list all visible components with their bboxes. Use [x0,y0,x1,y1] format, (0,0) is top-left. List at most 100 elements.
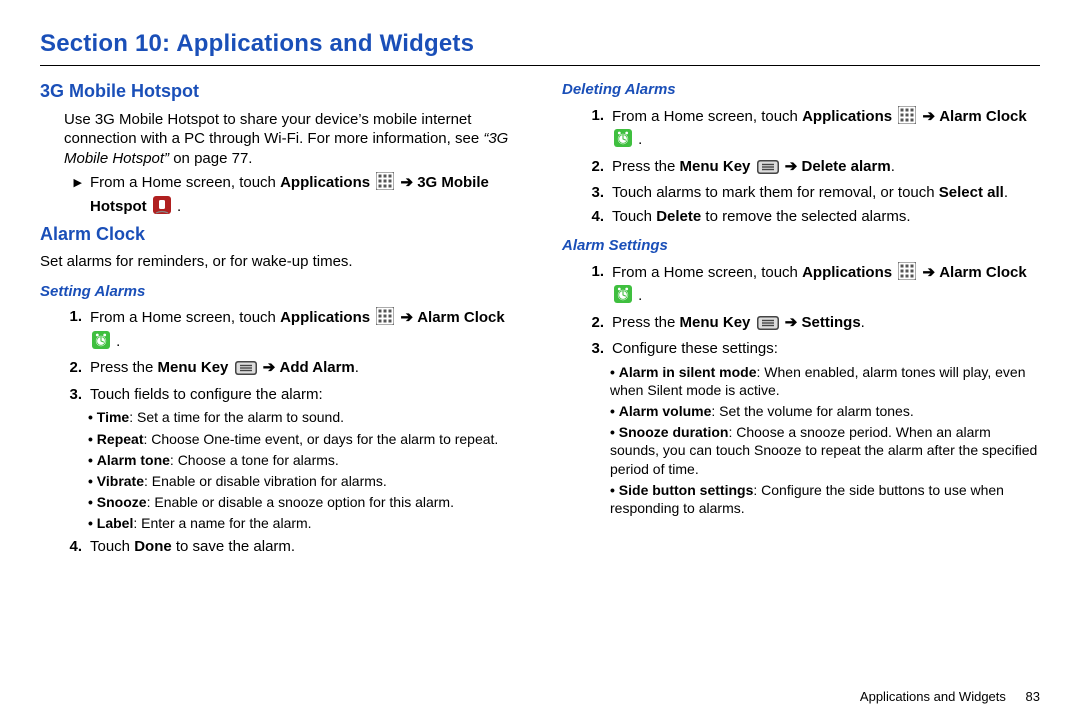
heading-alarm-clock: Alarm Clock [40,223,518,246]
t: : Choose a tone for alarms. [170,452,339,468]
b: Repeat [97,431,144,447]
t: : Set the volume for alarm tones. [711,403,913,419]
bullet-silent-mode: Alarm in silent mode: When enabled, alar… [610,363,1040,399]
step-num: 3. [64,385,82,405]
p-3g-desc: Use 3G Mobile Hotspot to share your devi… [40,110,518,169]
step-num: 1. [64,307,82,327]
del-step-2: 2. Press the Menu Key ➔ Delete alarm. [562,157,1040,180]
step-num: 4. [64,537,82,557]
page-footer: Applications and Widgets 83 [860,689,1040,706]
columns: 3G Mobile Hotspot Use 3G Mobile Hotspot … [40,76,1040,560]
bullet-vibrate: Vibrate: Enable or disable vibration for… [88,472,518,490]
del-step-3: 3. Touch alarms to mark them for removal… [562,183,1040,203]
t: : Enter a name for the alarm. [133,515,311,531]
set-step-3: 3. Configure these settings: [562,339,1040,359]
hotspot-icon [153,196,171,220]
del-step-1: 1. From a Home screen, touch Application… [562,106,1040,153]
t: : Enable or disable a snooze option for … [147,494,454,510]
t: to remove the selected alarms. [701,208,910,225]
p-alarm-desc: Set alarms for reminders, or for wake-up… [40,252,518,272]
step-body: From a Home screen, touch Applications ➔… [612,262,1040,309]
bullet-alarm-tone: Alarm tone: Choose a tone for alarms. [88,451,518,469]
play-icon [64,172,82,192]
step-3: 3. Touch fields to configure the alarm: [40,385,518,405]
step-body: Press the Menu Key ➔ Delete alarm. [612,157,1040,180]
label-menu-key: Menu Key [680,158,751,175]
heading-deleting-alarms: Deleting Alarms [562,80,1040,100]
label-delete: Delete [656,208,701,225]
text: Use 3G Mobile Hotspot to share your devi… [64,111,483,148]
bullet-time: Time: Set a time for the alarm to sound. [88,408,518,426]
bullet-snooze: Snooze: Enable or disable a snooze optio… [88,493,518,511]
right-column: Deleting Alarms 1. From a Home screen, t… [562,76,1040,560]
del-step-4: 4. Touch Delete to remove the selected a… [562,207,1040,227]
text: on page 77. [169,150,252,167]
menu-key-icon [757,160,779,180]
step-body: Configure these settings: [612,339,1040,359]
label-select-all: Select all [939,184,1004,201]
t: to save the alarm. [172,538,295,555]
section-title: Section 10: Applications and Widgets [40,28,1040,59]
b: Alarm in silent mode [619,364,757,380]
label-settings: Settings [801,314,860,331]
t: : Enable or disable vibration for alarms… [144,473,387,489]
step-num: 1. [586,262,604,282]
apps-grid-icon [898,106,916,130]
t: : Set a time for the alarm to sound. [129,409,344,425]
step-body: From a Home screen, touch Applications ➔… [612,106,1040,153]
step-num: 2. [586,157,604,177]
b: Snooze [97,494,147,510]
t: Touch [90,538,134,555]
menu-key-icon [235,361,257,381]
bullet-snooze-duration: Snooze duration: Choose a snooze period.… [610,423,1040,478]
rule [40,65,1040,66]
apps-grid-icon [898,262,916,286]
arrow-icon: ➔ [263,359,276,376]
text: From a Home screen, touch [90,309,280,326]
arrow-icon: ➔ [400,309,413,326]
set-step-1: 1. From a Home screen, touch Application… [562,262,1040,309]
t: Touch [612,208,656,225]
label-applications: Applications [802,264,892,281]
page-number: 83 [1026,689,1040,704]
label-applications: Applications [280,174,370,191]
b: Side button settings [619,482,754,498]
step-body: From a Home screen, touch Applications ➔… [90,172,518,219]
t: Press the [612,158,680,175]
bullet-repeat: Repeat: Choose One-time event, or days f… [88,430,518,448]
alarm-clock-icon [614,285,632,309]
arrow-icon: ➔ [785,314,798,331]
label-delete-alarm: Delete alarm [801,158,890,175]
bullet-alarm-volume: Alarm volume: Set the volume for alarm t… [610,402,1040,420]
step-2: 2. Press the Menu Key ➔ Add Alarm. [40,358,518,381]
label-applications: Applications [280,309,370,326]
b: Snooze duration [619,424,729,440]
t: From a Home screen, touch [612,264,802,281]
arrow-icon: ➔ [922,108,935,125]
apps-grid-icon [376,307,394,331]
arrow-icon: ➔ [785,158,798,175]
step-num: 4. [586,207,604,227]
heading-alarm-settings: Alarm Settings [562,236,1040,256]
b: Time [97,409,129,425]
step-body: Touch alarms to mark them for removal, o… [612,183,1040,203]
label-alarm-clock: Alarm Clock [417,309,505,326]
step-num: 3. [586,339,604,359]
step-4: 4. Touch Done to save the alarm. [40,537,518,557]
t: : Choose One-time event, or days for the… [143,431,498,447]
b: Alarm volume [619,403,712,419]
step-num: 2. [64,358,82,378]
set-step-2: 2. Press the Menu Key ➔ Settings. [562,313,1040,336]
b: Alarm tone [97,452,170,468]
t: Press the [612,314,680,331]
b: Label [97,515,134,531]
heading-3g-hotspot: 3G Mobile Hotspot [40,80,518,103]
label-add-alarm: Add Alarm [279,359,354,376]
bullet-side-button: Side button settings: Configure the side… [610,481,1040,517]
manual-page: Section 10: Applications and Widgets 3G … [0,0,1080,720]
step-body: Touch Delete to remove the selected alar… [612,207,1040,227]
step-1: 1. From a Home screen, touch Application… [40,307,518,354]
bullet-label: Label: Enter a name for the alarm. [88,514,518,532]
menu-key-icon [757,316,779,336]
step-body: Press the Menu Key ➔ Settings. [612,313,1040,336]
